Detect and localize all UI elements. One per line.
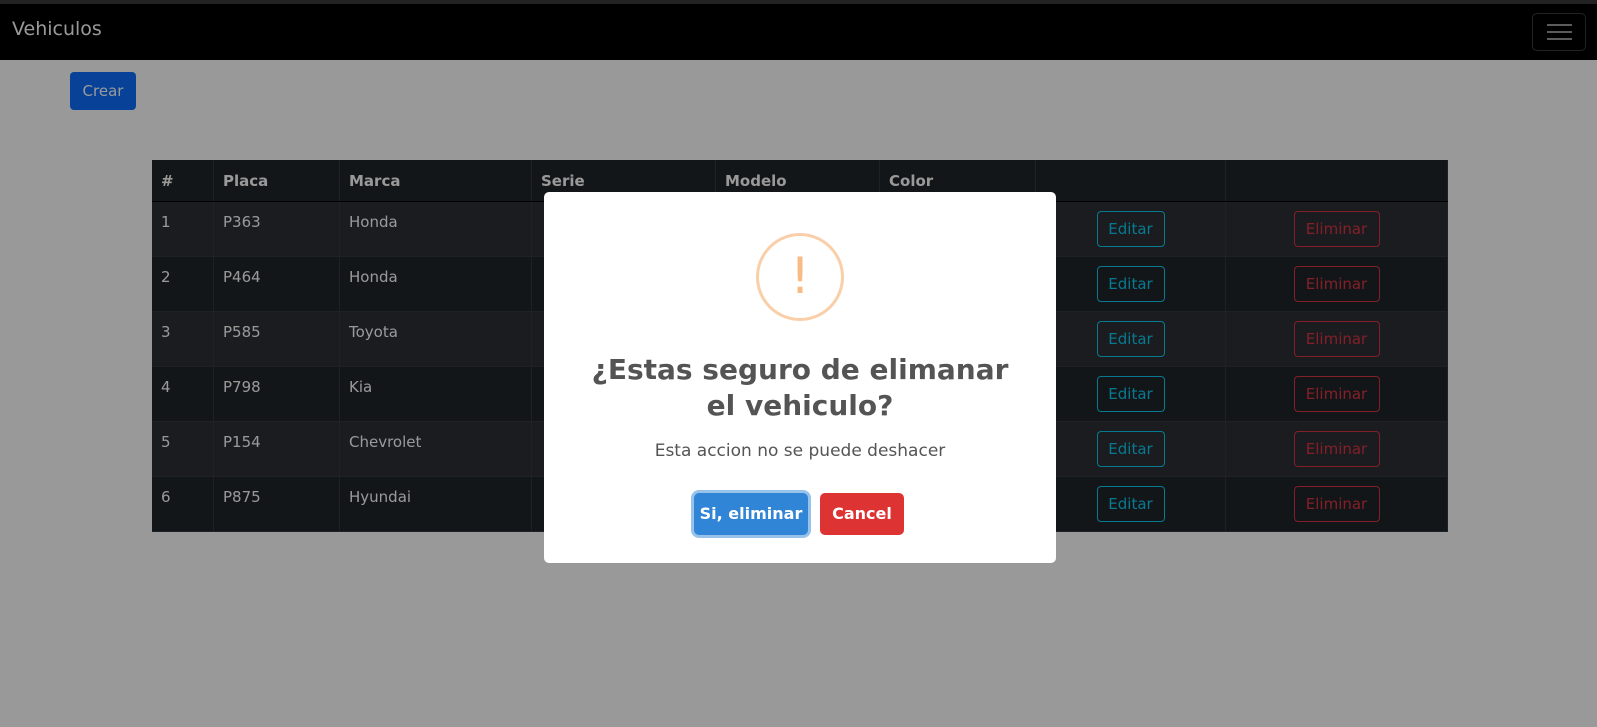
dialog-title: ¿Estas seguro de elimanar el vehiculo? bbox=[591, 353, 1009, 422]
dialog-message: Esta accion no se puede deshacer bbox=[654, 441, 946, 461]
confirm-delete-button[interactable]: Si, eliminar bbox=[694, 493, 808, 535]
confirm-delete-dialog: ! ¿Estas seguro de elimanar el vehiculo?… bbox=[544, 192, 1056, 563]
cancel-button[interactable]: Cancel bbox=[820, 493, 904, 535]
warning-icon: ! bbox=[756, 233, 844, 321]
warning-icon-glyph: ! bbox=[789, 247, 811, 305]
